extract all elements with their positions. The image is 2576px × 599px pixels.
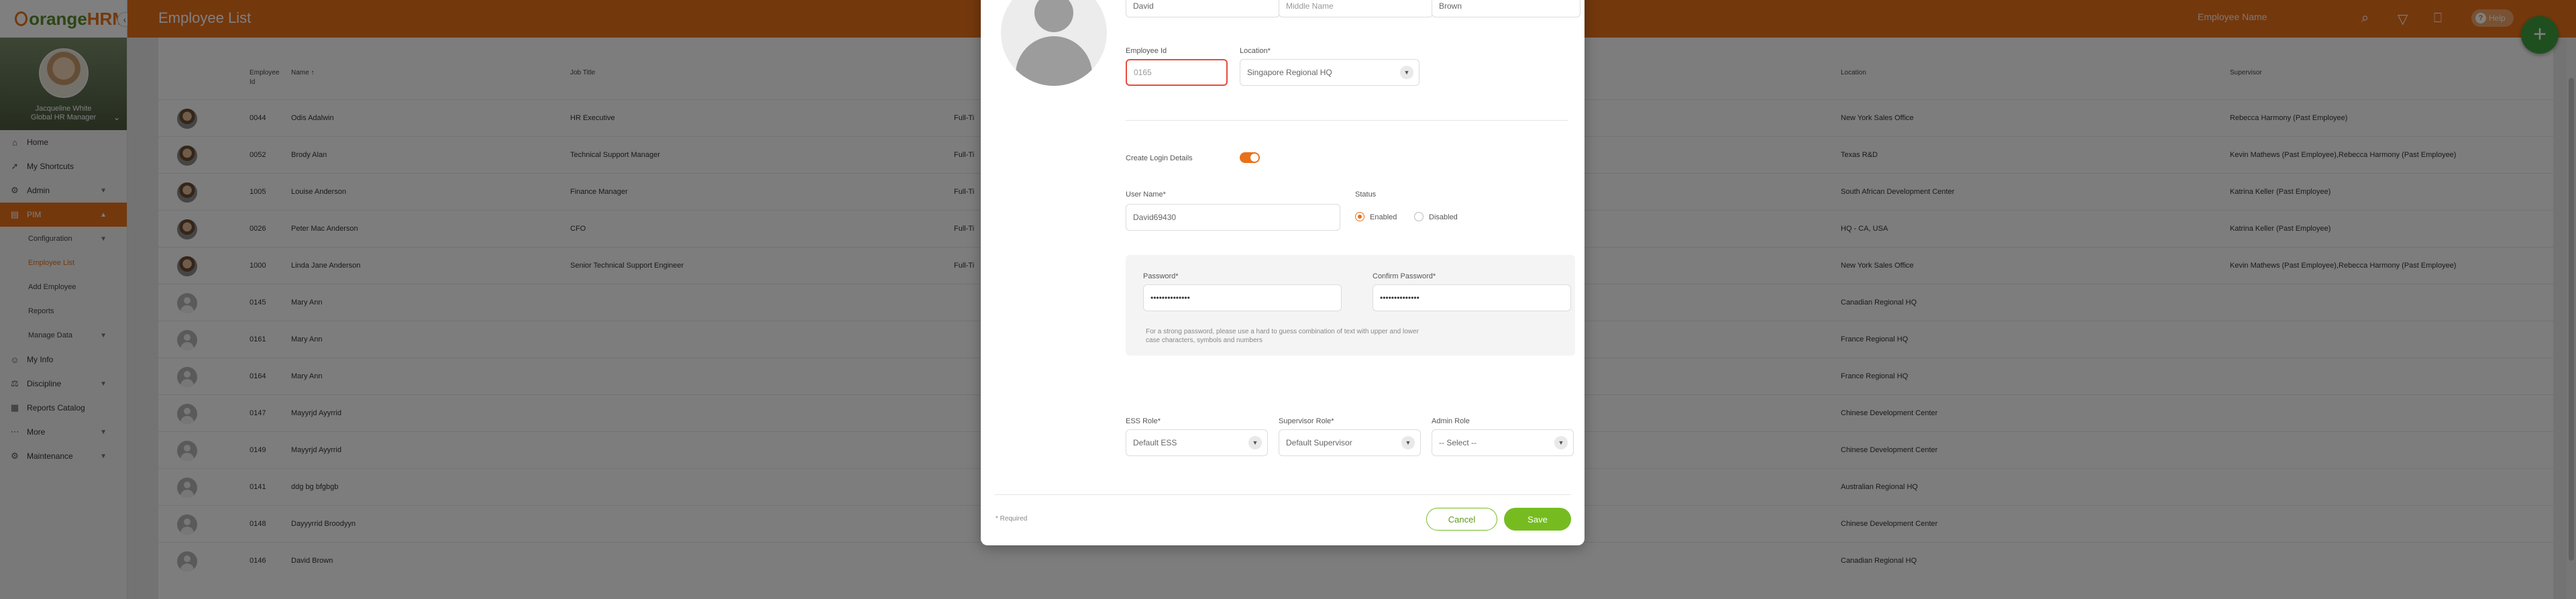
confirm-password-label: Confirm Password*	[1373, 272, 1436, 280]
confirm-password-field[interactable]: ••••••••••••••	[1373, 284, 1571, 311]
username-label: User Name*	[1126, 190, 1166, 199]
first-name-field[interactable]: David	[1126, 0, 1280, 17]
section-divider	[1126, 120, 1568, 121]
save-button[interactable]: Save	[1504, 508, 1571, 531]
chevron-down-icon[interactable]: ▼	[1554, 436, 1568, 449]
password-label: Password*	[1143, 272, 1179, 280]
footer-divider	[994, 494, 1571, 495]
photo-head	[1034, 0, 1073, 32]
chevron-down-icon[interactable]: ▼	[1248, 436, 1262, 449]
supervisor-role-value: Default Supervisor	[1286, 438, 1352, 447]
create-login-label: Create Login Details	[1126, 154, 1193, 162]
photo-body	[1016, 36, 1092, 86]
toggle-knob	[1250, 154, 1258, 162]
location-label: Location*	[1240, 47, 1271, 55]
add-employee-dialog: David Middle Name Brown Employee Id 0165…	[981, 0, 1585, 545]
required-note: * Required	[996, 515, 1028, 523]
admin-role-select[interactable]: -- Select -- ▼	[1432, 429, 1574, 456]
ess-role-select[interactable]: Default ESS ▼	[1126, 429, 1268, 456]
last-name-field[interactable]: Brown	[1432, 0, 1580, 17]
ess-role-label: ESS Role*	[1126, 417, 1161, 425]
location-select[interactable]: Singapore Regional HQ ▼	[1240, 59, 1419, 86]
password-section: Password* •••••••••••••• Confirm Passwor…	[1126, 255, 1575, 356]
password-hint: For a strong password, please use a hard…	[1146, 328, 1419, 344]
location-value: Singapore Regional HQ	[1247, 68, 1332, 77]
password-field[interactable]: ••••••••••••••	[1143, 284, 1342, 311]
status-disabled-label[interactable]: Disabled	[1429, 213, 1458, 221]
chevron-down-icon[interactable]: ▼	[1400, 66, 1413, 79]
supervisor-role-select[interactable]: Default Supervisor ▼	[1279, 429, 1421, 456]
employee-id-field[interactable]: 0165	[1126, 59, 1228, 86]
supervisor-role-label: Supervisor Role*	[1279, 417, 1334, 425]
username-field[interactable]: David69430	[1126, 204, 1340, 231]
employee-photo-placeholder[interactable]	[1001, 0, 1107, 86]
cancel-button[interactable]: Cancel	[1426, 508, 1497, 531]
create-login-toggle[interactable]	[1240, 152, 1260, 163]
status-enabled-radio[interactable]	[1355, 212, 1364, 221]
status-label: Status	[1355, 190, 1377, 199]
admin-role-label: Admin Role	[1432, 417, 1470, 425]
chevron-down-icon[interactable]: ▼	[1401, 436, 1415, 449]
employee-id-label: Employee Id	[1126, 47, 1167, 55]
ess-role-value: Default ESS	[1133, 438, 1177, 447]
status-disabled-radio[interactable]	[1414, 212, 1424, 221]
status-enabled-label[interactable]: Enabled	[1370, 213, 1397, 221]
admin-role-value: -- Select --	[1439, 438, 1477, 447]
middle-name-field[interactable]: Middle Name	[1279, 0, 1433, 17]
